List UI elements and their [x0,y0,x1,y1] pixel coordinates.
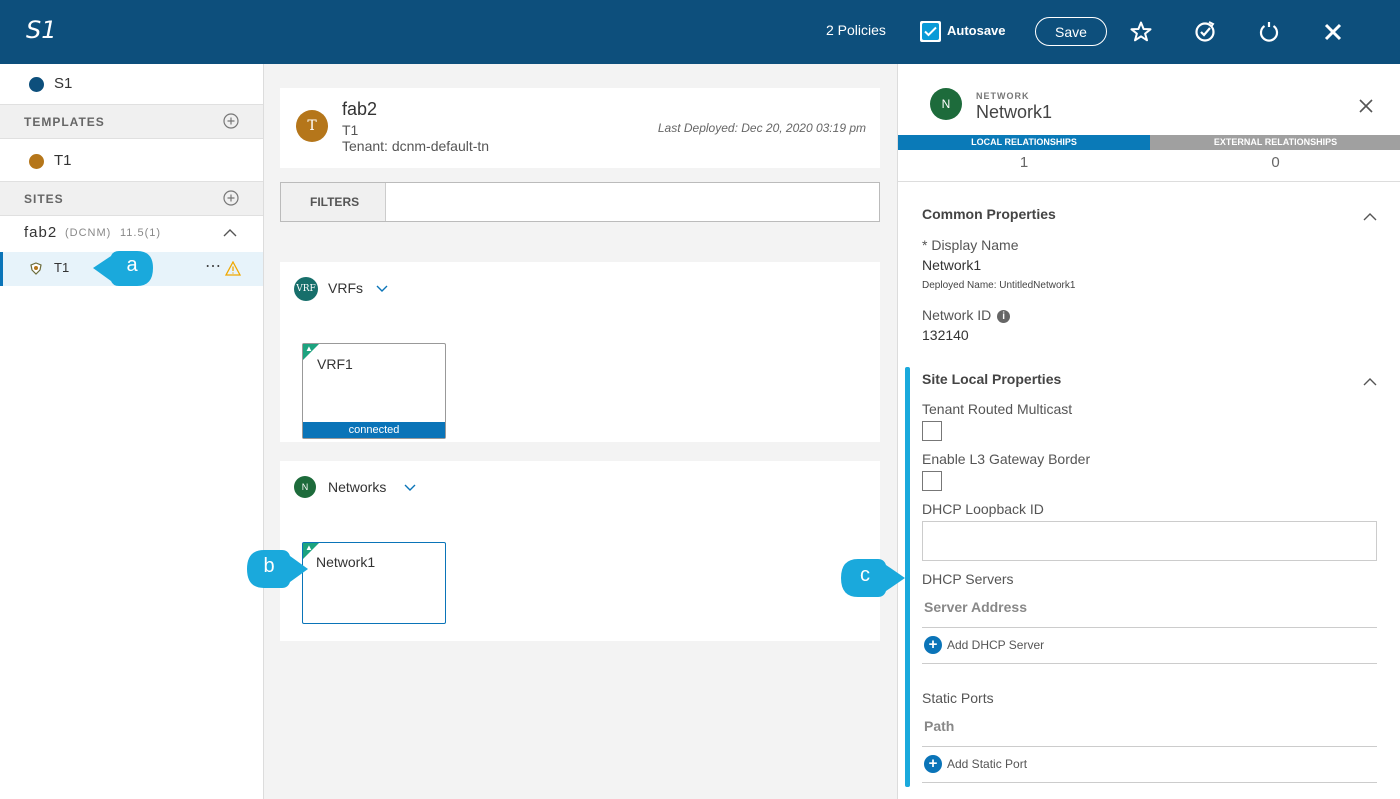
vrf-status-badge: connected [303,422,445,438]
callout-b: b [246,549,310,589]
networks-panel: N Networks ▲ Network1 [280,461,880,641]
display-name-label: * Display Name [922,237,1019,253]
site-local-properties-title: Site Local Properties [922,371,1062,387]
close-icon[interactable] [1321,20,1345,44]
chevron-up-icon[interactable] [1363,376,1377,386]
add-template-icon[interactable] [223,113,239,129]
add-icon: + [924,636,942,654]
shield-icon [30,262,42,275]
network-badge: N [294,476,316,498]
filters-tab[interactable]: FILTERS [281,183,386,221]
templates-section: TEMPLATES [0,104,263,139]
vrf-card-name: VRF1 [317,356,353,372]
vrfs-panel: VRF VRFs ▲ VRF1 connected [280,262,880,442]
save-button[interactable]: Save [1035,17,1107,46]
site-type: (DCNM) [65,227,112,239]
filters-bar[interactable]: FILTERS [280,182,880,222]
server-address-header: Server Address [924,599,1027,615]
path-header: Path [924,718,955,734]
enable-l3-gateway-label: Enable L3 Gateway Border [922,451,1091,467]
sites-section: SITES [0,181,263,216]
display-name-value[interactable]: Network1 [922,257,981,273]
check-icon [924,26,937,37]
sites-label: SITES [24,192,64,206]
left-sidebar: S1 TEMPLATES T1 SITES fab2 (DCNM) 11.5(1… [0,64,264,799]
add-dhcp-server-button[interactable]: + Add DHCP Server [924,636,1044,654]
vrf-card[interactable]: ▲ VRF1 connected [302,343,446,439]
info-icon[interactable]: i [997,310,1011,323]
site-template-label: T1 [54,260,70,275]
network-card-name: Network1 [316,554,376,570]
dhcp-loopback-label: DHCP Loopback ID [922,501,1044,517]
template-item[interactable]: T1 [0,139,263,181]
enable-l3-gateway-checkbox[interactable] [922,471,942,491]
site-name: fab2 [24,224,58,241]
common-properties-title: Common Properties [922,206,1056,222]
site-item[interactable]: fab2 (DCNM) 11.5(1) [0,216,263,252]
static-ports-label: Static Ports [922,690,994,706]
callout-c-label: c [860,564,870,586]
template-name: T1 [342,122,359,138]
deploy-icon[interactable] [1193,20,1217,44]
schema-icon [29,77,44,92]
more-icon[interactable]: ⋯ [205,256,221,276]
tenant-label: Tenant: dcnm-default-tn [342,138,490,154]
object-name: Network1 [976,102,1053,122]
autosave-label: Autosave [947,23,1006,38]
properties-panel: N NETWORK Network1 LOCAL RELATIONSHIPS E… [897,64,1400,799]
chevron-down-icon[interactable] [376,285,388,293]
site-header-card: T fab2 T1 Tenant: dcnm-default-tn Last D… [280,88,880,168]
policies-count[interactable]: 2 Policies [826,22,886,38]
add-static-port-button[interactable]: + Add Static Port [924,755,1027,773]
object-kind: NETWORK [976,91,1030,101]
networks-label: Networks [328,479,387,495]
deployed-name: Deployed Name: UntitledNetwork1 [922,280,1076,291]
add-icon: + [924,755,942,773]
network-id-label: Network ID i [922,307,1011,323]
tab-local-relationships[interactable]: LOCAL RELATIONSHIPS [898,135,1150,150]
dhcp-loopback-input[interactable] [922,521,1377,561]
refresh-icon[interactable] [1257,20,1281,44]
schema-item-label: S1 [54,75,73,92]
autosave-checkbox[interactable] [920,21,941,42]
local-count: 1 [1019,154,1029,171]
templates-label: TEMPLATES [24,115,105,129]
vrf-badge: VRF [294,277,318,301]
chevron-up-icon[interactable] [223,228,237,237]
tenant-routed-multicast-checkbox[interactable] [922,421,942,441]
center-canvas: T fab2 T1 Tenant: dcnm-default-tn Last D… [264,64,897,799]
callout-a-label: a [126,254,138,276]
chevron-down-icon[interactable] [404,484,416,492]
close-panel-icon[interactable] [1358,98,1374,114]
tab-external-relationships[interactable]: EXTERNAL RELATIONSHIPS [1150,135,1400,150]
star-icon[interactable] [1129,20,1153,44]
network-avatar: N [930,88,962,120]
site-title: fab2 [342,99,378,119]
template-item-label: T1 [54,152,72,169]
network-id-value: 132140 [922,327,969,343]
site-version: 11.5(1) [120,227,162,239]
external-count: 0 [1271,154,1280,171]
warning-icon [225,261,241,276]
callout-b-label: b [263,555,275,577]
network-card[interactable]: ▲ Network1 [302,542,446,624]
callout-a: a [93,250,155,288]
dhcp-servers-label: DHCP Servers [922,571,1014,587]
chevron-up-icon[interactable] [1363,211,1377,221]
callout-c: c [840,558,906,598]
vrfs-label: VRFs [328,280,363,296]
filters-label: FILTERS [310,195,360,209]
top-header: S1 2 Policies Autosave Save [0,0,1400,64]
template-avatar: T [296,110,328,142]
add-site-icon[interactable] [223,190,239,206]
schema-item[interactable]: S1 [0,64,263,104]
last-deployed: Last Deployed: Dec 20, 2020 03:19 pm [657,121,866,135]
schema-title: S1 [26,16,57,44]
tenant-routed-multicast-label: Tenant Routed Multicast [922,401,1073,417]
template-icon [29,154,44,169]
